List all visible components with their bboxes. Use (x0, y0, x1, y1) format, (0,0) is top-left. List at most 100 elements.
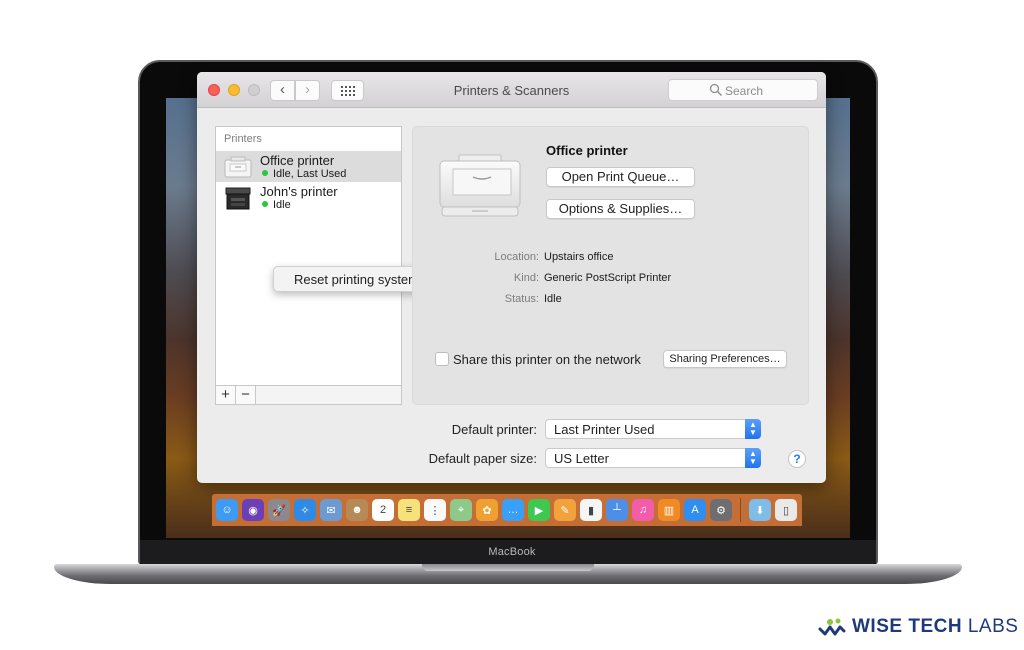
open-print-queue-button[interactable]: Open Print Queue… (546, 167, 695, 187)
dock-siri-icon[interactable]: ◉ (242, 499, 264, 521)
dock-notes-icon[interactable]: ≡ (398, 499, 420, 521)
laser-printer-icon (224, 156, 252, 178)
dock-app-store-icon[interactable]: A (684, 499, 706, 521)
info-value: Idle (544, 293, 562, 305)
dock-calendar-icon[interactable]: 2 (372, 499, 394, 521)
share-printer-label: Share this printer on the network (453, 352, 641, 367)
checkbox-icon[interactable] (435, 352, 449, 366)
finder-glyph: ☺ (221, 504, 233, 516)
updown-chevron-icon: ▲ ▼ (745, 419, 761, 439)
office-printer-icon (439, 154, 521, 217)
multifunction-printer-icon (225, 187, 251, 210)
dock-maps-icon[interactable]: ⌖ (450, 499, 472, 521)
dock-safari-icon[interactable]: ✧ (294, 499, 316, 521)
printer-name: Office printer (260, 153, 335, 168)
system-preferences-glyph: ⚙ (716, 504, 726, 517)
messages-glyph: … (507, 504, 519, 516)
printer-row-office[interactable]: Office printer Idle, Last Used (216, 151, 401, 182)
printer-status-text: Idle, Last Used (273, 168, 347, 180)
laptop-label: MacBook (488, 546, 536, 558)
add-remove-bar: + − (216, 385, 401, 404)
contacts-glyph: ☻ (351, 504, 363, 516)
add-printer-button[interactable]: + (216, 386, 236, 404)
options-supplies-button[interactable]: Options & Supplies… (546, 199, 695, 219)
laptop-hinge-notch (422, 564, 594, 571)
dock-pages-icon[interactable]: ✎ (554, 499, 576, 521)
default-paper-size-value: US Letter (554, 451, 609, 466)
app-store-glyph: A (691, 504, 699, 516)
dock-mail-icon[interactable]: ✉ (320, 499, 342, 521)
pages-glyph: ✎ (560, 504, 570, 517)
sharing-preferences-button[interactable]: Sharing Preferences… (663, 350, 787, 368)
launchpad-glyph: 🚀 (272, 504, 286, 517)
dock-photos-icon[interactable]: ✿ (476, 499, 498, 521)
itunes-glyph: ♫ (638, 504, 648, 516)
dock-itunes-icon[interactable]: ♫ (632, 499, 654, 521)
dock-system-preferences-icon[interactable]: ⚙ (710, 499, 732, 521)
mail-glyph: ✉ (326, 504, 336, 517)
wise-tech-labs-logo: WISE TECH LABS (818, 616, 1018, 638)
numbers-glyph: ▮ (587, 504, 595, 517)
default-printer-label: Default printer: (451, 422, 537, 437)
photos-glyph: ✿ (482, 504, 492, 517)
safari-glyph: ✧ (300, 504, 310, 517)
printers-scanners-window: ‹ › Printers & Scanners Search Printers … (197, 72, 826, 483)
dock-facetime-icon[interactable]: ▶ (528, 499, 550, 521)
downloads-glyph: ⬇ (755, 504, 765, 517)
default-printer-select[interactable]: Last Printer Used ▲ ▼ (545, 419, 761, 439)
help-button[interactable]: ? (788, 450, 806, 468)
info-key: Location: (494, 251, 539, 263)
dock-finder-icon[interactable]: ☺ (216, 499, 238, 521)
search-placeholder: Search (725, 84, 764, 98)
dock-launchpad-icon[interactable]: 🚀 (268, 499, 290, 521)
dock-contacts-icon[interactable]: ☻ (346, 499, 368, 521)
info-key: Status: (504, 293, 539, 305)
printer-row-johns[interactable]: John's printer Idle (216, 182, 401, 213)
printer-status: Idle, Last Used (262, 168, 346, 180)
remove-printer-button[interactable]: − (236, 386, 256, 404)
printer-name: John's printer (260, 184, 338, 199)
info-key: Kind: (513, 272, 539, 284)
ibooks-glyph: ▥ (663, 504, 675, 517)
updown-chevron-icon: ▲ ▼ (745, 448, 761, 468)
dock-separator (740, 498, 741, 522)
status-dot-icon (262, 170, 268, 176)
dock-keynote-icon[interactable]: ┴ (606, 499, 628, 521)
dock-messages-icon[interactable]: … (502, 499, 524, 521)
status-dot-icon (262, 201, 268, 207)
info-kind: Kind: Generic PostScript Printer (453, 272, 803, 284)
dock-numbers-icon[interactable]: ▮ (580, 499, 602, 521)
printer-detail-panel: Office printer Open Print Queue… Options… (412, 126, 809, 405)
calendar-glyph: 2 (379, 504, 387, 516)
printer-status-text: Idle (273, 199, 291, 211)
share-printer-checkbox[interactable]: Share this printer on the network (435, 352, 641, 367)
dock-trash-icon[interactable]: ▯ (775, 499, 797, 521)
facetime-glyph: ▶ (534, 504, 544, 517)
brand-name: WISE TECH LABS (852, 616, 1018, 638)
reminders-glyph: ⋮ (429, 504, 441, 517)
dock-downloads-icon[interactable]: ⬇ (749, 499, 771, 521)
info-location: Location: Upstairs office (453, 251, 803, 263)
brand-logo-icon (818, 618, 846, 636)
printers-list-header: Printers (224, 133, 262, 145)
dock-reminders-icon[interactable]: ⋮ (424, 499, 446, 521)
default-paper-size-select[interactable]: US Letter ▲ ▼ (545, 448, 761, 468)
keynote-glyph: ┴ (613, 504, 621, 516)
default-printer-value: Last Printer Used (554, 422, 655, 437)
default-paper-size-label: Default paper size: (428, 451, 537, 466)
brand-word-secondary: LABS (967, 616, 1019, 637)
search-icon (709, 83, 722, 96)
dock-ibooks-icon[interactable]: ▥ (658, 499, 680, 521)
info-value: Upstairs office (544, 251, 614, 263)
title-bar: ‹ › Printers & Scanners Search (197, 72, 826, 108)
info-value: Generic PostScript Printer (544, 272, 672, 284)
brand-word-primary: WISE TECH (852, 616, 963, 637)
info-status: Status: Idle (453, 293, 803, 305)
maps-glyph: ⌖ (457, 503, 465, 516)
printer-status: Idle (262, 199, 291, 211)
notes-glyph: ≡ (405, 504, 413, 516)
dock: ☺ ◉ 🚀 ✧ ✉ ☻ 2 ≡ ⋮ ⌖ ✿ … ▶ ✎ ▮ ┴ ♫ ▥ A ⚙ ⬇ ▯ (212, 494, 802, 526)
selected-printer-name: Office printer (546, 143, 628, 158)
siri-glyph: ◉ (248, 504, 258, 517)
search-field[interactable]: Search (668, 79, 818, 101)
